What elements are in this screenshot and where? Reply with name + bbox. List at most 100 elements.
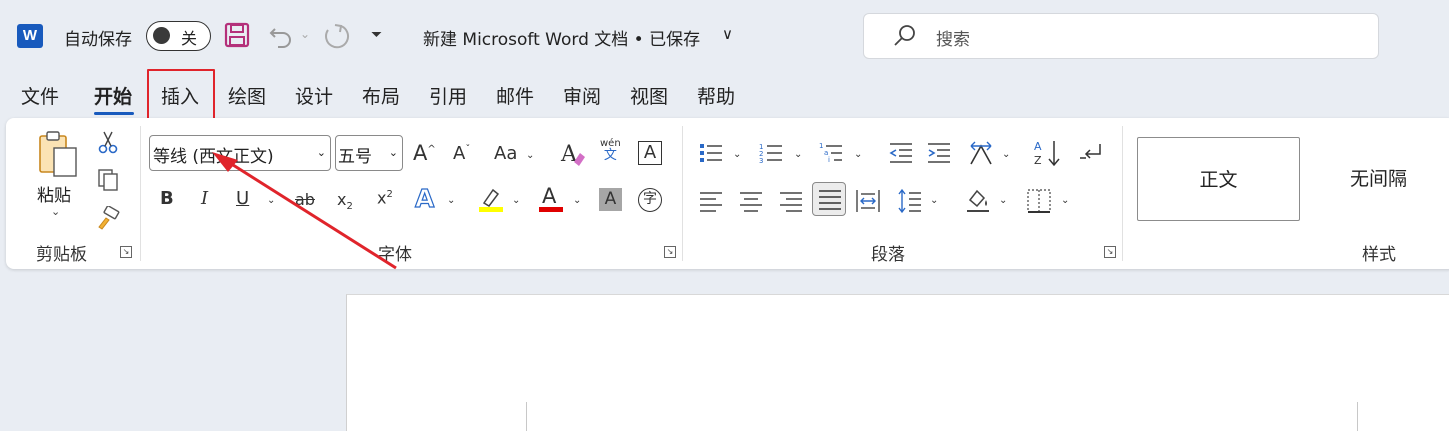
tab-view[interactable]: 视图	[630, 82, 668, 109]
tab-mailings[interactable]: 邮件	[496, 82, 534, 109]
document-title[interactable]: 新建 Microsoft Word 文档 • 已保存	[423, 25, 700, 50]
superscript-button[interactable]: x2	[377, 190, 393, 206]
redo-icon[interactable]	[322, 22, 350, 50]
tab-review[interactable]: 审阅	[563, 82, 601, 109]
word-logo-icon: W	[17, 24, 43, 48]
distributed-align-icon[interactable]	[855, 188, 881, 214]
svg-text:Z: Z	[1034, 154, 1042, 167]
chevron-down-icon[interactable]: ⌄	[1061, 195, 1069, 206]
clipboard-launcher-icon[interactable]: ↘	[120, 246, 132, 258]
tab-design[interactable]: 设计	[295, 82, 333, 109]
autosave-toggle[interactable]: 关	[146, 21, 211, 51]
autosave-label: 自动保存	[64, 30, 132, 50]
text-effects-icon[interactable]: A	[414, 185, 435, 211]
shrink-font-icon[interactable]: Aˇ	[453, 145, 470, 163]
italic-button[interactable]: I	[201, 190, 208, 208]
active-tab-indicator	[94, 112, 134, 115]
chevron-down-icon: ⌄	[388, 146, 398, 159]
search-box[interactable]: 搜索	[863, 13, 1379, 59]
document-page[interactable]	[346, 294, 1449, 431]
font-name-select[interactable]: 等线 (西文正文) ⌄	[149, 135, 331, 171]
svg-text:3: 3	[759, 157, 763, 165]
increase-indent-icon[interactable]	[926, 140, 952, 166]
chevron-down-icon[interactable]: ∨	[722, 25, 733, 43]
font-color-icon[interactable]: A	[542, 186, 556, 207]
style-no-spacing[interactable]: 无间隔	[1297, 137, 1449, 221]
tab-help[interactable]: 帮助	[697, 82, 735, 109]
chevron-down-icon[interactable]: ⌄	[267, 195, 275, 206]
font-launcher-icon[interactable]: ↘	[664, 246, 676, 258]
search-placeholder: 搜索	[936, 30, 970, 50]
font-name-value: 等线 (西文正文)	[153, 147, 274, 167]
chevron-down-icon[interactable]: ⌄	[733, 149, 741, 160]
chevron-down-icon[interactable]: ⌄	[526, 150, 534, 161]
chevron-down-icon[interactable]: ⌄	[512, 195, 520, 206]
chevron-down-icon[interactable]: ⌄	[573, 195, 581, 206]
customize-toolbar-icon[interactable]: ⏷	[371, 28, 382, 42]
highlight-color-bar	[479, 207, 503, 212]
paste-button[interactable]: 粘贴	[37, 181, 71, 206]
svg-text:1: 1	[819, 142, 823, 150]
clear-formatting-icon[interactable]: A	[559, 140, 587, 168]
align-right-icon[interactable]	[778, 188, 804, 214]
borders-icon[interactable]	[1026, 188, 1052, 214]
save-icon[interactable]	[224, 22, 250, 48]
underline-button[interactable]: U	[236, 190, 249, 208]
paste-dropdown-chevron-icon[interactable]: ⌄	[51, 205, 60, 218]
chevron-down-icon[interactable]: ⌄	[794, 149, 802, 160]
enclose-characters-icon[interactable]: 字	[638, 188, 662, 212]
grow-font-icon[interactable]: A^	[413, 143, 436, 164]
numbering-icon[interactable]: 123	[758, 140, 784, 166]
subscript-button[interactable]: x2	[337, 192, 353, 212]
chevron-down-icon[interactable]: ⌄	[1002, 149, 1010, 160]
format-painter-icon[interactable]	[96, 206, 120, 230]
character-shading-icon[interactable]: A	[599, 188, 622, 211]
tab-file[interactable]: 文件	[21, 82, 59, 109]
margin-mark-right	[1357, 402, 1358, 431]
text-direction-icon[interactable]	[967, 140, 995, 166]
tab-layout[interactable]: 布局	[362, 82, 400, 109]
tab-references[interactable]: 引用	[429, 82, 467, 109]
paragraph-launcher-icon[interactable]: ↘	[1104, 246, 1116, 258]
copy-icon[interactable]	[96, 168, 120, 192]
strikethrough-button[interactable]: ab	[295, 192, 315, 208]
change-case-icon[interactable]: Aa	[494, 145, 517, 163]
chevron-down-icon[interactable]: ⌄	[447, 195, 455, 206]
clipboard-group-label: 剪贴板	[36, 245, 87, 265]
font-size-select[interactable]: 五号 ⌄	[335, 135, 403, 171]
chevron-down-icon: ⌄	[316, 146, 326, 159]
separator	[1122, 126, 1123, 261]
ribbon-tabs: 文件 开始 插入 绘图 设计 布局 引用 邮件 审阅 视图 帮助	[0, 69, 1449, 122]
separator	[682, 126, 683, 261]
chevron-down-icon[interactable]: ⌄	[854, 149, 862, 160]
ribbon: 粘贴 ⌄ 剪贴板 ↘ 等线 (西文正文) ⌄ 五号 ⌄ A^ Aˇ Aa ⌄ A…	[6, 118, 1449, 269]
svg-text:i: i	[828, 156, 830, 164]
chevron-down-icon[interactable]: ⌄	[999, 195, 1007, 206]
insert-tab-highlight-box	[147, 69, 215, 122]
tab-draw[interactable]: 绘图	[228, 82, 266, 109]
sort-icon[interactable]: AZ	[1033, 138, 1063, 168]
align-center-icon[interactable]	[738, 188, 764, 214]
font-group-label: 字体	[378, 245, 412, 265]
chevron-down-icon[interactable]: ⌄	[930, 195, 938, 206]
phonetic-guide-icon[interactable]: wén 文	[600, 139, 621, 163]
line-spacing-icon[interactable]	[897, 188, 923, 214]
tab-home[interactable]: 开始	[94, 82, 132, 109]
show-formatting-marks-icon[interactable]	[1078, 140, 1106, 166]
bullets-icon[interactable]	[698, 140, 724, 166]
cut-icon[interactable]	[96, 130, 120, 154]
justify-icon	[819, 190, 841, 210]
character-border-icon[interactable]: A	[638, 141, 662, 165]
paragraph-group-label: 段落	[871, 245, 905, 265]
decrease-indent-icon[interactable]	[888, 140, 914, 166]
align-left-icon[interactable]	[698, 188, 724, 214]
paragraph-shading-icon[interactable]	[964, 186, 992, 214]
undo-dropdown-chevron-icon[interactable]: ⌄	[300, 28, 310, 40]
paste-icon[interactable]	[38, 130, 80, 178]
title-bar: W 自动保存 关 ⌄ ⏷ 新建 Microsoft Word 文档 • 已保存 …	[0, 0, 1449, 72]
style-normal[interactable]: 正文	[1137, 137, 1300, 221]
multilevel-list-icon[interactable]: 1ai	[818, 140, 844, 166]
bold-button[interactable]: B	[160, 190, 174, 208]
justify-button[interactable]	[812, 182, 846, 216]
undo-icon[interactable]	[268, 22, 294, 48]
